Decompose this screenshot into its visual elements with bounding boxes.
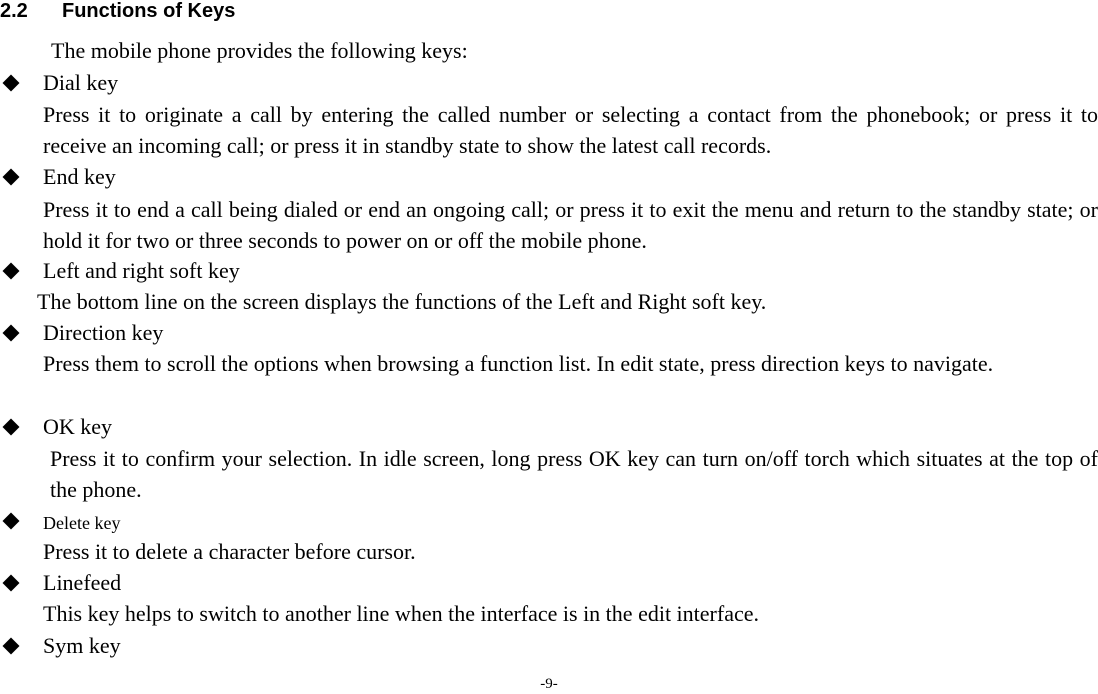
diamond-bullet-icon [2,168,20,186]
key-description: Press it to end a call being dialed or e… [43,197,1098,253]
key-name: End key [43,164,116,189]
key-description: Press it to delete a character before cu… [43,539,416,564]
intro-text: The mobile phone provides the following … [51,38,468,63]
key-name: Sym key [43,633,121,658]
key-name: Dial key [43,70,119,95]
diamond-bullet-icon [2,418,20,436]
diamond-bullet-icon [2,637,20,655]
key-description: Press them to scroll the options when br… [43,351,994,376]
diamond-bullet-icon [2,324,20,342]
section-heading: 2.2 Functions of Keys [0,0,235,22]
page-number: -9- [540,676,558,692]
diamond-bullet-icon [2,574,20,592]
section-title: Functions of Keys [62,0,236,22]
key-description: This key helps to switch to another line… [43,601,759,626]
key-name: Left and right soft key [43,258,240,283]
key-description: The bottom line on the screen displays t… [37,289,767,314]
diamond-bullet-icon [2,512,20,530]
key-name: Delete key [43,513,121,533]
key-description: Press it to confirm your selection. In i… [50,446,1098,502]
key-name: Direction key [43,320,164,345]
key-name: Linefeed [43,570,122,595]
key-name: OK key [43,414,113,439]
key-description: Press it to originate a call by entering… [43,102,1098,158]
section-number: 2.2 [0,0,28,22]
diamond-bullet-icon [2,74,20,92]
diamond-bullet-icon [2,262,20,280]
